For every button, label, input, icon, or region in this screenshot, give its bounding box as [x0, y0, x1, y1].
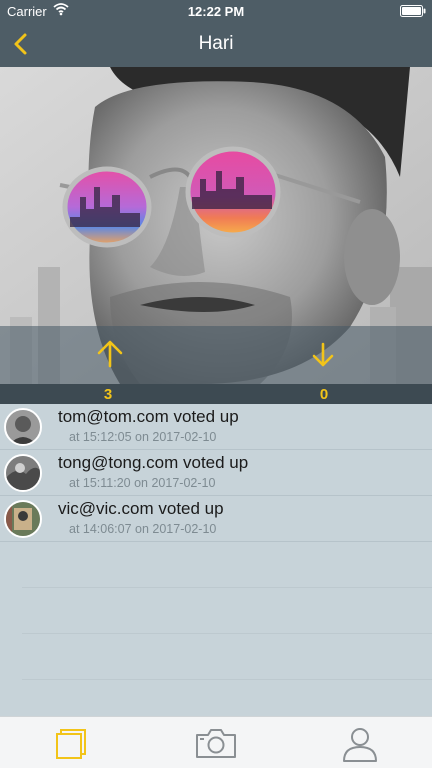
activity-timestamp: at 14:06:07 on 2017-02-10: [69, 522, 217, 536]
vote-count-bar: 3 0: [0, 384, 432, 404]
activity-title: tong@tong.com voted up: [58, 453, 249, 472]
activity-timestamp: at 15:12:05 on 2017-02-10: [69, 430, 217, 444]
empty-row: [22, 588, 432, 634]
status-bar: Carrier 12:22 PM: [0, 0, 432, 22]
arrow-up-icon[interactable]: [95, 339, 125, 369]
stacked-squares-icon[interactable]: [50, 723, 94, 763]
avatar: [4, 500, 42, 538]
list-item[interactable]: tong@tong.com voted up at 15:11:20 on 20…: [0, 450, 432, 496]
person-icon[interactable]: [338, 723, 382, 763]
camera-icon[interactable]: [194, 723, 238, 763]
navigation-bar: Hari: [0, 22, 432, 67]
activity-title: tom@tom.com voted up: [58, 407, 239, 426]
activity-timestamp: at 15:11:20 on 2017-02-10: [69, 476, 216, 490]
screen: Carrier 12:22 PM Hari 3 0 tom@tom.com vo…: [0, 0, 432, 768]
status-time: 12:22 PM: [187, 4, 245, 19]
empty-row: [22, 634, 432, 680]
vote-activity-list: tom@tom.com voted up at 15:12:05 on 2017…: [0, 404, 432, 716]
vote-controls: [0, 326, 432, 384]
avatar: [4, 408, 42, 446]
empty-row: [22, 542, 432, 588]
battery-icon: [400, 5, 426, 17]
avatar: [4, 454, 42, 492]
list-item[interactable]: vic@vic.com voted up at 14:06:07 on 2017…: [0, 496, 432, 542]
list-item[interactable]: tom@tom.com voted up at 15:12:05 on 2017…: [0, 404, 432, 450]
tab-bar: [0, 716, 432, 768]
activity-title: vic@vic.com voted up: [58, 499, 224, 518]
arrow-down-icon[interactable]: [308, 341, 338, 371]
top-bar: Carrier 12:22 PM Hari: [0, 0, 432, 67]
page-title: Hari: [198, 33, 234, 54]
downvote-count: 0: [319, 386, 329, 403]
upvote-count: 3: [103, 386, 113, 403]
